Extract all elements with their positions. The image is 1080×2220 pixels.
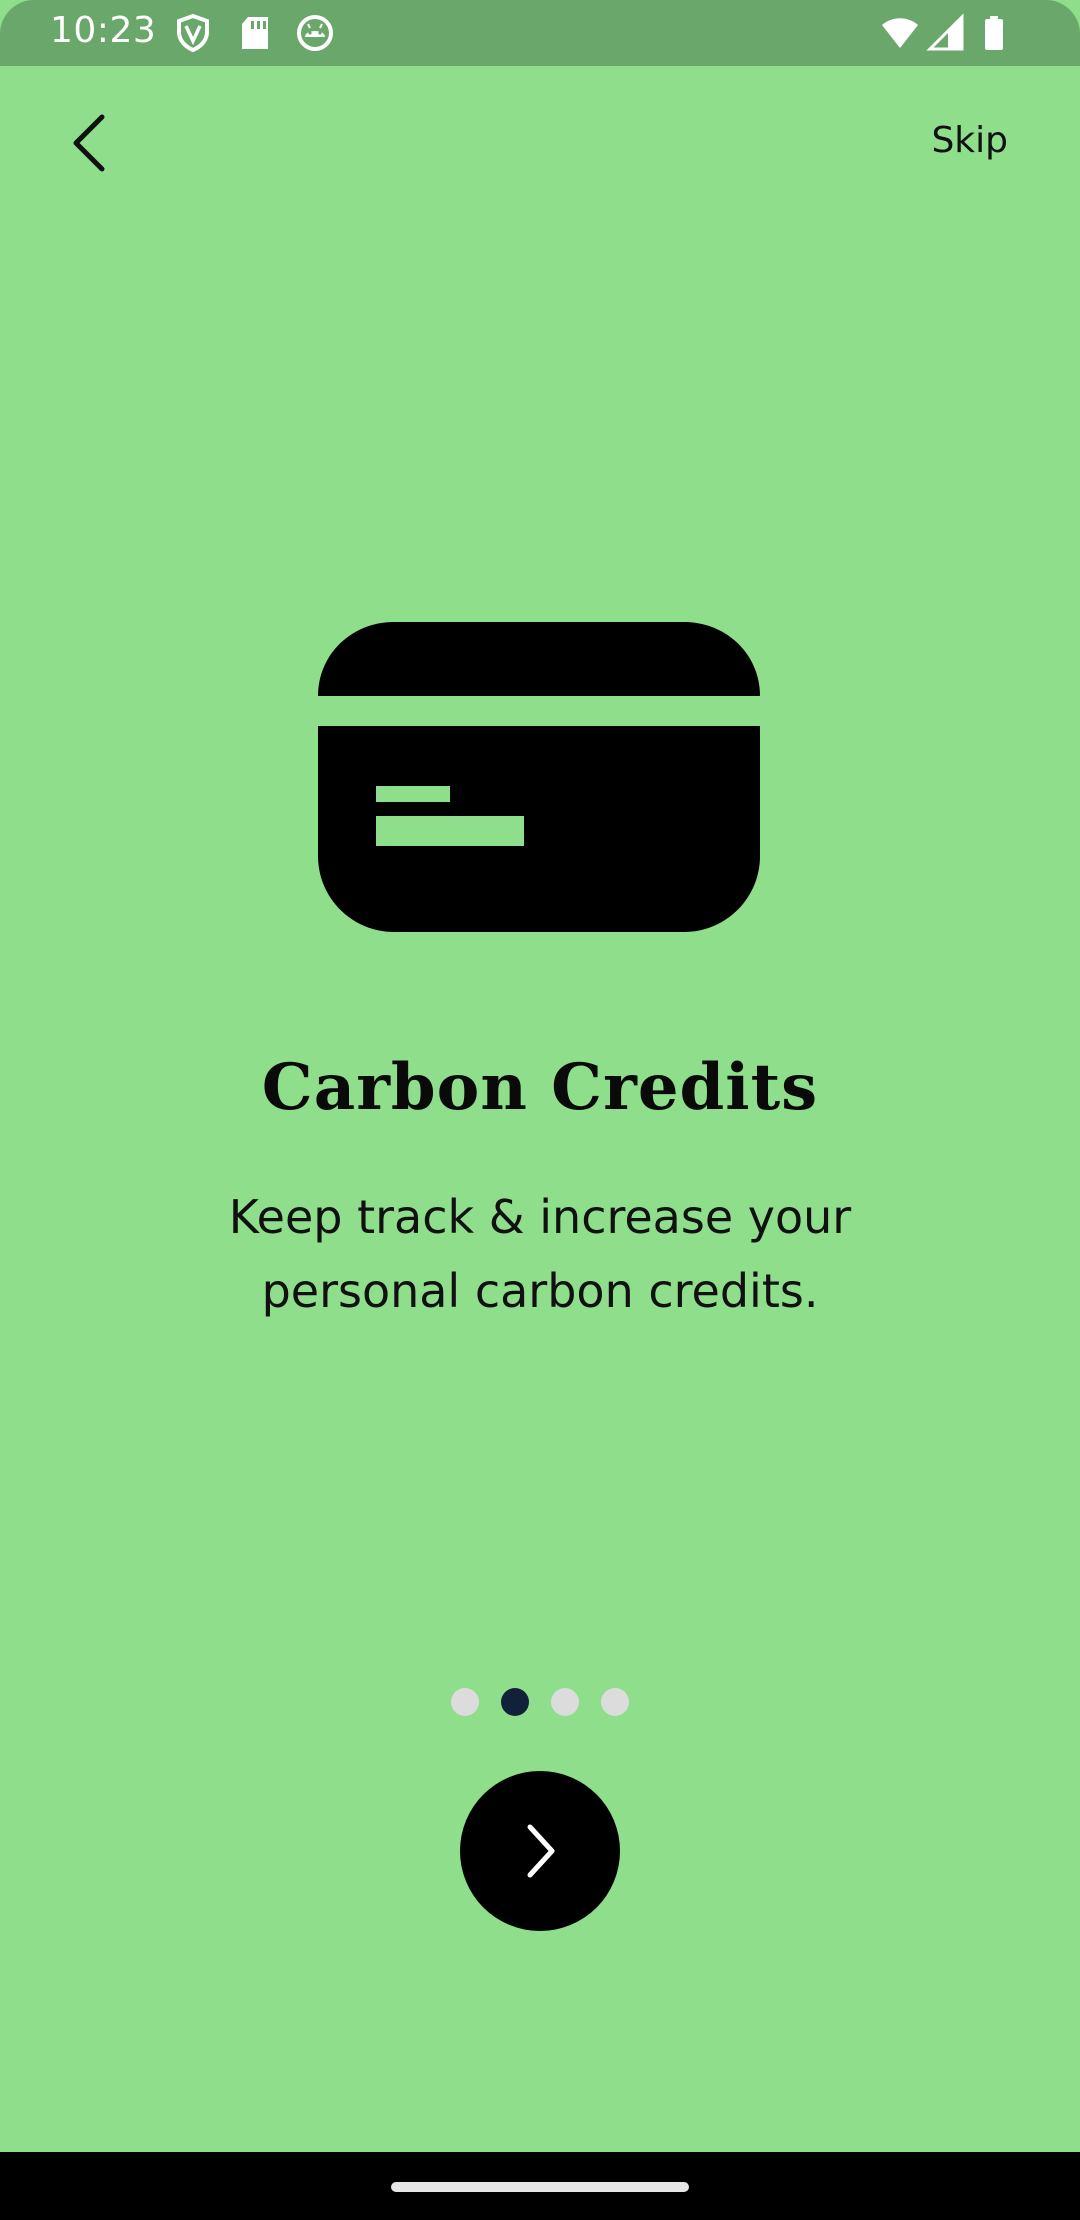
sd-card-icon xyxy=(242,17,268,49)
credit-card-icon xyxy=(318,622,760,932)
status-bar: 10:23 xyxy=(0,0,1080,66)
battery-icon xyxy=(985,16,1003,50)
page-dot-3 xyxy=(551,1688,579,1716)
shield-icon xyxy=(177,13,209,53)
system-nav-bar xyxy=(0,2152,1080,2220)
wifi-icon xyxy=(882,18,918,48)
page-indicator xyxy=(0,1688,1080,1716)
onboarding-screen: 10:23 Skip Carbon Credits Keep track & i… xyxy=(0,0,1080,2220)
chevron-right-icon xyxy=(527,1824,555,1878)
android-debug-icon xyxy=(297,15,333,51)
home-indicator[interactable] xyxy=(391,2182,689,2192)
page-dot-4 xyxy=(601,1688,629,1716)
skip-button[interactable]: Skip xyxy=(931,120,1008,161)
onboarding-subtitle: Keep track & increase your personal carb… xyxy=(228,1190,852,1318)
back-button[interactable] xyxy=(50,105,126,181)
onboarding-title: Carbon Credits xyxy=(261,1050,819,1125)
page-dot-2-active xyxy=(501,1688,529,1716)
status-time: 10:23 xyxy=(50,10,157,51)
page-dot-1 xyxy=(451,1688,479,1716)
chevron-left-icon xyxy=(73,114,105,172)
next-button[interactable] xyxy=(460,1771,620,1931)
signal-icon xyxy=(926,13,964,51)
